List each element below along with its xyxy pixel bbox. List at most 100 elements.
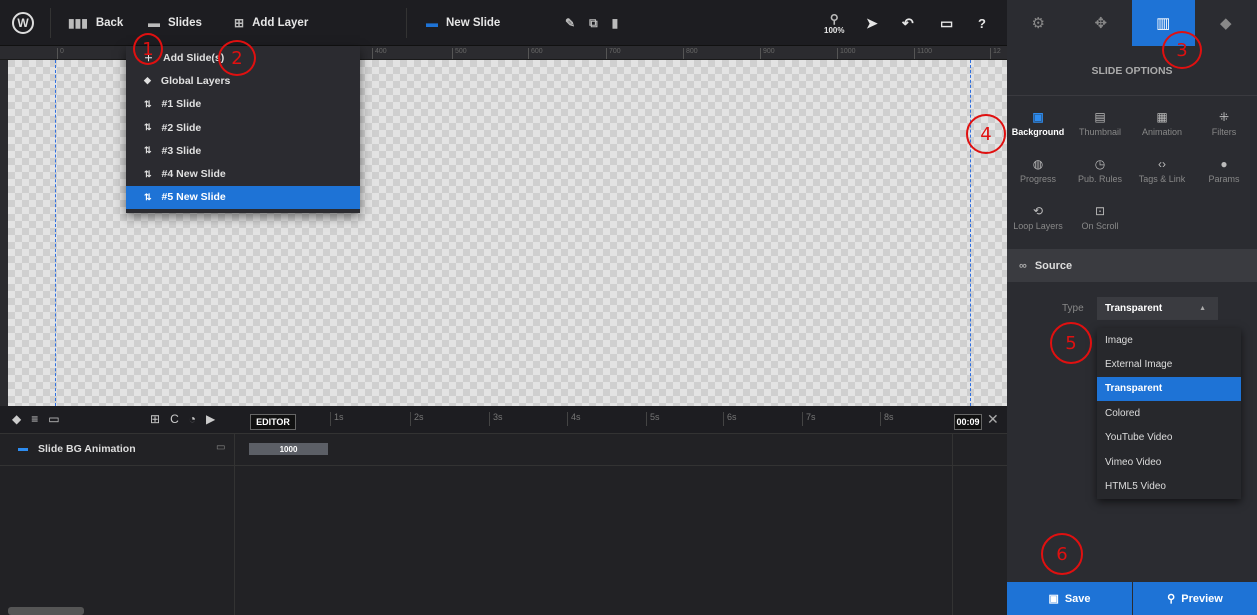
preview-button[interactable]: ⚲ Preview xyxy=(1133,582,1257,615)
grid-view-icon[interactable]: ⊞ xyxy=(150,412,160,426)
add-layer-button[interactable]: ⊞ Add Layer xyxy=(234,0,308,46)
timer-icon[interactable]: ◔ xyxy=(189,412,196,426)
layers-icon: ◆ xyxy=(144,75,151,86)
play-icon[interactable]: ▶ xyxy=(206,412,215,426)
loop-icon[interactable]: C xyxy=(170,412,179,426)
slides-menu-item-label: Global Layers xyxy=(160,74,231,87)
slides-menu-item[interactable]: ⇅ #4 New Slide xyxy=(126,162,360,185)
annotation-marker: 3 xyxy=(1162,31,1202,69)
slide-option-animation[interactable]: ▦ Animation xyxy=(1131,110,1193,137)
horizontal-scrollbar[interactable] xyxy=(8,607,84,615)
timeline-tick: 7s xyxy=(802,412,816,426)
link-icon: ∞ xyxy=(1019,259,1027,272)
right-guide xyxy=(970,60,971,406)
slide-option-filters[interactable]: ⁜ Filters xyxy=(1193,110,1255,137)
slides-menu-item[interactable]: ⇅ #1 Slide xyxy=(126,93,360,116)
left-guide xyxy=(55,60,56,406)
source-label: Source xyxy=(1034,259,1073,272)
duplicate-icon[interactable]: ⧉ xyxy=(589,16,598,31)
slide-option-pub-rules[interactable]: ◷ Pub. Rules xyxy=(1069,157,1131,184)
edit-pencil-icon[interactable]: ✎ xyxy=(565,16,575,30)
slide-option-progress[interactable]: ◍ Progress xyxy=(1007,157,1069,184)
undo-icon[interactable]: ↶ xyxy=(902,0,914,46)
timeline-tick: 6s xyxy=(723,412,737,426)
folder-icon[interactable]: ▭ xyxy=(48,412,59,426)
type-option[interactable]: Transparent xyxy=(1097,376,1241,402)
slide-option-label: Tags & Link xyxy=(1138,174,1186,184)
image-icon: ▣ xyxy=(1032,110,1044,124)
slides-menu-item-label: #2 Slide xyxy=(161,121,202,134)
slide-option-label: Filters xyxy=(1211,127,1237,137)
timeline-header: ◆ ≡ ▭ ⊞ C ◔ ▶ EDITOR 1s 2s 3s 4s 5s 6s 7s 8s 00… xyxy=(0,406,1007,434)
ruler-tick: 12 xyxy=(990,48,1001,59)
slide-name[interactable]: ▬ New Slide xyxy=(426,0,500,46)
help-icon[interactable]: ? xyxy=(978,0,986,46)
list-icon[interactable]: ≡ xyxy=(31,412,38,426)
slide-option-tags-link[interactable]: ‹› Tags & Link xyxy=(1131,157,1193,184)
timeline-tick: 4s xyxy=(567,412,581,426)
slide-option-on-scroll[interactable]: ⊡ On Scroll xyxy=(1069,204,1131,231)
save-button[interactable]: ▣ Save xyxy=(1007,582,1132,615)
sidebar-tabs: ⚙ ✥ ▥ ◆ xyxy=(1007,0,1257,46)
info-icon: ● xyxy=(1220,157,1228,171)
timeline-tick: 5s xyxy=(646,412,660,426)
trash-icon[interactable]: ▮ xyxy=(612,16,619,30)
slides-menu-item[interactable]: ⇅ #3 Slide xyxy=(126,139,360,162)
reorder-icon: ⇅ xyxy=(144,168,152,179)
type-select[interactable]: Transparent ▲ xyxy=(1097,297,1218,320)
annotation-marker: 1 xyxy=(133,33,163,65)
timeline-tick: 8s xyxy=(880,412,894,426)
slides-menu-item-label: #5 New Slide xyxy=(161,191,226,204)
type-select-value: Transparent xyxy=(1105,303,1163,314)
wordpress-logo-icon[interactable]: W xyxy=(12,12,34,34)
slides-menu-item[interactable]: ⇅ #2 Slide xyxy=(126,116,360,139)
slides-menu-item-label: Add Slide(s) xyxy=(163,51,225,64)
clock-icon: ◷ xyxy=(1094,157,1106,171)
type-options-list: Image External Image Transparent Colored You… xyxy=(1097,328,1241,499)
animation-duration-bar[interactable]: 1000 xyxy=(249,443,328,455)
vertical-ruler xyxy=(0,60,8,406)
type-option[interactable]: Colored xyxy=(1097,401,1241,425)
select-cursor-icon[interactable]: ➤ xyxy=(866,0,878,46)
timeline-end-line xyxy=(952,434,953,615)
save-icon: ▣ xyxy=(1048,593,1059,605)
scroll-icon: ⊡ xyxy=(1094,204,1106,218)
zoom-control[interactable]: ⚲ 100% xyxy=(824,0,844,46)
slide-option-loop-layers[interactable]: ⟲ Loop Layers xyxy=(1007,204,1069,231)
slide-option-params[interactable]: ● Params xyxy=(1193,157,1255,184)
slide-option-label: On Scroll xyxy=(1081,221,1119,231)
type-label: Type xyxy=(1062,303,1084,314)
timeline-tick: 2s xyxy=(410,412,424,426)
time-display[interactable]: 00:09 xyxy=(954,414,982,430)
slide-option-label: Progress xyxy=(1019,174,1056,184)
type-option[interactable]: Vimeo Video xyxy=(1097,450,1241,474)
type-option[interactable]: External Image xyxy=(1097,352,1241,376)
slide-option-thumbnail[interactable]: ▤ Thumbnail xyxy=(1069,110,1131,137)
desktop-view-icon[interactable]: ▭ xyxy=(940,0,953,46)
settings-gear-icon[interactable]: ⚙ xyxy=(1007,0,1070,46)
type-option[interactable]: HTML5 Video xyxy=(1097,474,1241,498)
annotation-marker: 6 xyxy=(1041,533,1083,575)
add-layer-label: Add Layer xyxy=(252,17,309,29)
timeline-controls: ⊞ C ◔ ▶ xyxy=(150,412,215,426)
slide-name-label: New Slide xyxy=(446,17,501,29)
slide-option-background[interactable]: ▣ Background xyxy=(1007,110,1069,137)
source-section-header[interactable]: ∞ Source xyxy=(1007,249,1257,282)
layers-icon[interactable]: ◆ xyxy=(1194,0,1257,46)
slides-menu-item-label: #4 New Slide xyxy=(161,168,226,181)
layers-icon[interactable]: ◆ xyxy=(12,412,21,426)
save-label: Save xyxy=(1064,592,1091,605)
editor-button[interactable]: EDITOR xyxy=(250,414,296,430)
slider-editor: W ▮▮▮ Back ▬ Slides ⊞ Add Layer ▬ New Sl… xyxy=(0,0,1257,615)
type-option[interactable]: Image xyxy=(1097,328,1241,352)
slides-menu-item[interactable]: ⇅ #5 New Slide xyxy=(126,185,360,210)
type-option[interactable]: YouTube Video xyxy=(1097,426,1241,450)
slide-option-label: Loop Layers xyxy=(1013,221,1063,231)
ruler-tick: 700 xyxy=(606,48,621,59)
slide-actions: ✎ ⧉ ▮ xyxy=(565,0,618,46)
grid-icon: ▮▮▮ xyxy=(68,16,88,30)
navigation-icon[interactable]: ✥ xyxy=(1069,0,1132,46)
slide-option-label: Animation xyxy=(1141,127,1183,137)
back-button[interactable]: ▮▮▮ Back xyxy=(68,0,123,46)
close-icon[interactable]: ✕ xyxy=(987,411,999,428)
